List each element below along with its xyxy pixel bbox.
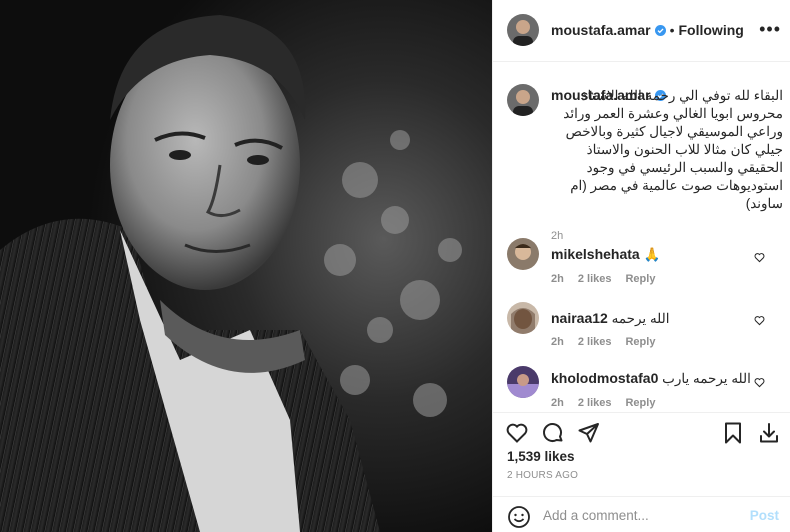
- emoji-icon[interactable]: [507, 505, 531, 529]
- caption-text: البقاء لله توفي الي رحمة الله الاستاذ مح…: [563, 88, 783, 211]
- comment-line: nairaa12 الله يرحمه: [551, 310, 670, 327]
- following-button[interactable]: Following: [679, 22, 744, 38]
- header-row: moustafa.amar • Following: [551, 22, 744, 38]
- share-icon[interactable]: [577, 421, 601, 445]
- avatar-image: [507, 238, 539, 270]
- add-comment-input[interactable]: [543, 505, 733, 525]
- avatar[interactable]: [507, 14, 539, 46]
- comment-line: kholodmostafa0 الله يرحمه يارب: [551, 370, 751, 387]
- comment-reply-button[interactable]: Reply: [625, 336, 655, 348]
- avatar-image: [507, 302, 539, 334]
- comment-text: الله يرحمه يارب: [662, 371, 751, 386]
- comment-time[interactable]: 2h: [551, 336, 564, 348]
- instagram-post-view: moustafa.amar • Following ••• moustafa.ama…: [0, 0, 790, 532]
- avatar-image: [507, 366, 539, 398]
- comment-like-heart-icon[interactable]: [754, 252, 765, 263]
- heart-icon[interactable]: [505, 421, 529, 445]
- comment-like-heart-icon[interactable]: [754, 377, 765, 388]
- more-options-icon[interactable]: •••: [759, 20, 781, 38]
- comment-username[interactable]: kholodmostafa0: [551, 370, 658, 386]
- post-timestamp[interactable]: 2 HOURS AGO: [507, 470, 578, 481]
- separator-dot: •: [669, 22, 675, 38]
- like-count[interactable]: 1,539 likes: [507, 449, 575, 464]
- comment-avatar[interactable]: [507, 366, 539, 398]
- comment-reply-button[interactable]: Reply: [625, 273, 655, 285]
- comment-time[interactable]: 2h: [551, 397, 564, 409]
- comment-likes[interactable]: 2 likes: [578, 397, 612, 409]
- avatar-image: [507, 84, 539, 116]
- comment-text: 🙏: [643, 247, 661, 262]
- comment-meta: 2h 2 likes Reply: [551, 336, 669, 348]
- post-header: moustafa.amar • Following •••: [493, 0, 790, 62]
- caption-time: 2h: [551, 230, 564, 242]
- comment-meta: 2h 2 likes Reply: [551, 397, 669, 409]
- post-sidebar: moustafa.amar • Following ••• moustafa.ama…: [492, 0, 790, 532]
- caption-avatar[interactable]: [507, 84, 539, 116]
- comment-icon[interactable]: [541, 421, 565, 445]
- verified-badge-icon: [654, 25, 666, 36]
- caption-body: moustafa.amar البقاء لله توفي الي رحمة ا…: [551, 86, 783, 245]
- comments-section[interactable]: moustafa.amar البقاء لله توفي الي رحمة ا…: [493, 62, 790, 412]
- comment-text: الله يرحمه: [611, 311, 670, 326]
- portrait-photo: [0, 0, 492, 532]
- comment-time[interactable]: 2h: [551, 273, 564, 285]
- header-username[interactable]: moustafa.amar: [551, 22, 651, 38]
- comment-avatar[interactable]: [507, 238, 539, 270]
- comment-username[interactable]: mikelshehata: [551, 246, 640, 262]
- bookmark-icon[interactable]: [721, 421, 745, 445]
- download-icon[interactable]: [757, 421, 781, 445]
- comment-avatar[interactable]: [507, 302, 539, 334]
- avatar-image: [507, 14, 539, 46]
- comment-like-heart-icon[interactable]: [754, 315, 765, 326]
- comment-username[interactable]: nairaa12: [551, 310, 608, 326]
- comment-likes[interactable]: 2 likes: [578, 273, 612, 285]
- comment-likes[interactable]: 2 likes: [578, 336, 612, 348]
- comment-reply-button[interactable]: Reply: [625, 397, 655, 409]
- add-comment-bar: Post: [493, 496, 790, 532]
- post-comment-button[interactable]: Post: [750, 508, 779, 523]
- comment-line: mikelshehata 🙏: [551, 246, 660, 263]
- post-photo[interactable]: [0, 0, 492, 532]
- comment-meta: 2h 2 likes Reply: [551, 273, 669, 285]
